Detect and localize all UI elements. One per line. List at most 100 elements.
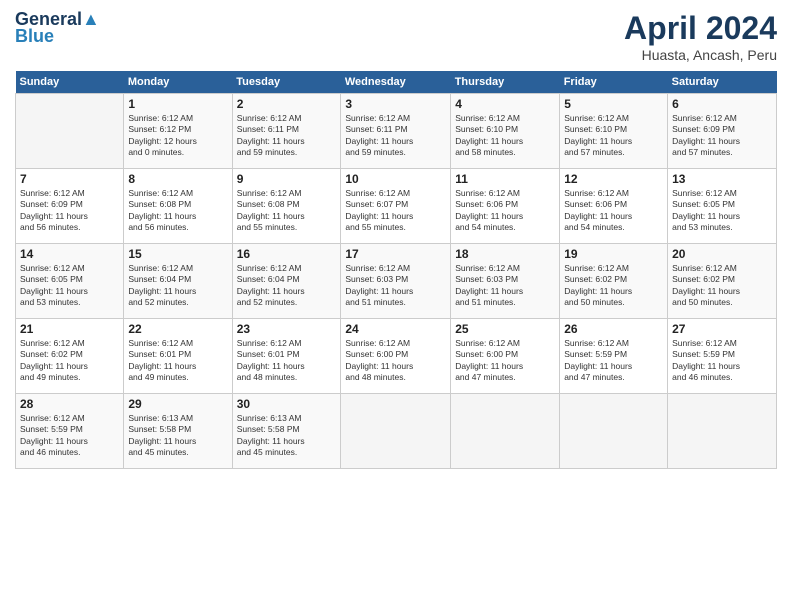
calendar-cell: 30 Sunrise: 6:13 AM Sunset: 5:58 PM Dayli… bbox=[232, 394, 341, 469]
calendar-title: April 2024 bbox=[624, 10, 777, 47]
calendar-cell: 2Sunrise: 6:12 AM Sunset: 6:11 PM Daylig… bbox=[232, 94, 341, 169]
title-block: April 2024 Huasta, Ancash, Peru bbox=[624, 10, 777, 63]
calendar-cell: 1Sunrise: 6:12 AM Sunset: 6:12 PM Daylig… bbox=[124, 94, 232, 169]
day-info: Sunrise: 6:12 AM Sunset: 6:12 PM Dayligh… bbox=[128, 113, 227, 159]
day-info: Sunrise: 6:12 AM Sunset: 6:06 PM Dayligh… bbox=[564, 188, 663, 234]
calendar-cell: 27 Sunrise: 6:12 AM Sunset: 5:59 PM Dayli… bbox=[668, 319, 777, 394]
day-info: Sunrise: 6:13 AM Sunset: 5:58 PM Dayligh… bbox=[128, 413, 227, 459]
calendar-cell: 14 Sunrise: 6:12 AM Sunset: 6:05 PM Dayli… bbox=[16, 244, 124, 319]
day-info: Sunrise: 6:12 AM Sunset: 6:03 PM Dayligh… bbox=[345, 263, 446, 309]
calendar-week-0: 1Sunrise: 6:12 AM Sunset: 6:12 PM Daylig… bbox=[16, 94, 777, 169]
day-info: Sunrise: 6:12 AM Sunset: 6:01 PM Dayligh… bbox=[128, 338, 227, 384]
calendar-cell: 11 Sunrise: 6:12 AM Sunset: 6:06 PM Dayli… bbox=[451, 169, 560, 244]
day-info: Sunrise: 6:12 AM Sunset: 6:09 PM Dayligh… bbox=[20, 188, 119, 234]
day-info: Sunrise: 6:12 AM Sunset: 6:03 PM Dayligh… bbox=[455, 263, 555, 309]
calendar-cell: 4 Sunrise: 6:12 AM Sunset: 6:10 PM Daylig… bbox=[451, 94, 560, 169]
calendar-cell: 16 Sunrise: 6:12 AM Sunset: 6:04 PM Dayli… bbox=[232, 244, 341, 319]
day-number: 23 bbox=[237, 322, 337, 336]
day-info: Sunrise: 6:12 AM Sunset: 5:59 PM Dayligh… bbox=[672, 338, 772, 384]
calendar-week-2: 14 Sunrise: 6:12 AM Sunset: 6:05 PM Dayli… bbox=[16, 244, 777, 319]
day-number: 11 bbox=[455, 172, 555, 186]
day-info: Sunrise: 6:12 AM Sunset: 6:06 PM Dayligh… bbox=[455, 188, 555, 234]
day-number: 18 bbox=[455, 247, 555, 261]
day-info: Sunrise: 6:12 AM Sunset: 6:05 PM Dayligh… bbox=[672, 188, 772, 234]
day-info: Sunrise: 6:12 AM Sunset: 6:00 PM Dayligh… bbox=[345, 338, 446, 384]
day-number: 25 bbox=[455, 322, 555, 336]
calendar-cell: 13 Sunrise: 6:12 AM Sunset: 6:05 PM Dayli… bbox=[668, 169, 777, 244]
day-info: Sunrise: 6:12 AM Sunset: 6:10 PM Dayligh… bbox=[564, 113, 663, 159]
day-info: Sunrise: 6:12 AM Sunset: 6:08 PM Dayligh… bbox=[128, 188, 227, 234]
day-info: Sunrise: 6:13 AM Sunset: 5:58 PM Dayligh… bbox=[237, 413, 337, 459]
calendar-cell: 28 Sunrise: 6:12 AM Sunset: 5:59 PM Dayli… bbox=[16, 394, 124, 469]
calendar-cell bbox=[451, 394, 560, 469]
calendar-cell: 7 Sunrise: 6:12 AM Sunset: 6:09 PM Daylig… bbox=[16, 169, 124, 244]
header-sunday: Sunday bbox=[16, 71, 124, 94]
day-number: 28 bbox=[20, 397, 119, 411]
day-info: Sunrise: 6:12 AM Sunset: 6:02 PM Dayligh… bbox=[564, 263, 663, 309]
day-number: 22 bbox=[128, 322, 227, 336]
day-number: 29 bbox=[128, 397, 227, 411]
day-number: 5 bbox=[564, 97, 663, 111]
day-info: Sunrise: 6:12 AM Sunset: 6:05 PM Dayligh… bbox=[20, 263, 119, 309]
day-info: Sunrise: 6:12 AM Sunset: 6:00 PM Dayligh… bbox=[455, 338, 555, 384]
day-info: Sunrise: 6:12 AM Sunset: 6:11 PM Dayligh… bbox=[345, 113, 446, 159]
calendar-cell bbox=[668, 394, 777, 469]
day-info: Sunrise: 6:12 AM Sunset: 6:07 PM Dayligh… bbox=[345, 188, 446, 234]
day-info: Sunrise: 6:12 AM Sunset: 6:10 PM Dayligh… bbox=[455, 113, 555, 159]
calendar-cell bbox=[16, 94, 124, 169]
calendar-cell: 20Sunrise: 6:12 AM Sunset: 6:02 PM Dayli… bbox=[668, 244, 777, 319]
day-info: Sunrise: 6:12 AM Sunset: 6:04 PM Dayligh… bbox=[237, 263, 337, 309]
calendar-cell bbox=[560, 394, 668, 469]
day-number: 17 bbox=[345, 247, 446, 261]
day-number: 8 bbox=[128, 172, 227, 186]
day-number: 16 bbox=[237, 247, 337, 261]
header-tuesday: Tuesday bbox=[232, 71, 341, 94]
day-info: Sunrise: 6:12 AM Sunset: 5:59 PM Dayligh… bbox=[20, 413, 119, 459]
calendar-cell: 19 Sunrise: 6:12 AM Sunset: 6:02 PM Dayli… bbox=[560, 244, 668, 319]
day-number: 10 bbox=[345, 172, 446, 186]
day-info: Sunrise: 6:12 AM Sunset: 6:01 PM Dayligh… bbox=[237, 338, 337, 384]
day-info: Sunrise: 6:12 AM Sunset: 5:59 PM Dayligh… bbox=[564, 338, 663, 384]
day-number: 15 bbox=[128, 247, 227, 261]
calendar-week-1: 7 Sunrise: 6:12 AM Sunset: 6:09 PM Daylig… bbox=[16, 169, 777, 244]
calendar-cell: 15 Sunrise: 6:12 AM Sunset: 6:04 PM Dayli… bbox=[124, 244, 232, 319]
day-number: 2 bbox=[237, 97, 337, 111]
day-number: 14 bbox=[20, 247, 119, 261]
calendar-week-4: 28 Sunrise: 6:12 AM Sunset: 5:59 PM Dayli… bbox=[16, 394, 777, 469]
day-number: 27 bbox=[672, 322, 772, 336]
calendar-cell: 6Sunrise: 6:12 AM Sunset: 6:09 PM Daylig… bbox=[668, 94, 777, 169]
day-number: 26 bbox=[564, 322, 663, 336]
day-number: 7 bbox=[20, 172, 119, 186]
day-number: 21 bbox=[20, 322, 119, 336]
calendar-cell: 24 Sunrise: 6:12 AM Sunset: 6:00 PM Dayli… bbox=[341, 319, 451, 394]
calendar-cell: 18 Sunrise: 6:12 AM Sunset: 6:03 PM Dayli… bbox=[451, 244, 560, 319]
calendar-cell: 12 Sunrise: 6:12 AM Sunset: 6:06 PM Dayli… bbox=[560, 169, 668, 244]
day-number: 19 bbox=[564, 247, 663, 261]
day-number: 13 bbox=[672, 172, 772, 186]
calendar-cell: 29 Sunrise: 6:13 AM Sunset: 5:58 PM Dayli… bbox=[124, 394, 232, 469]
day-number: 12 bbox=[564, 172, 663, 186]
calendar-cell: 9Sunrise: 6:12 AM Sunset: 6:08 PM Daylig… bbox=[232, 169, 341, 244]
day-info: Sunrise: 6:12 AM Sunset: 6:04 PM Dayligh… bbox=[128, 263, 227, 309]
logo: General▲ Blue bbox=[15, 10, 100, 47]
day-number: 30 bbox=[237, 397, 337, 411]
day-info: Sunrise: 6:12 AM Sunset: 6:02 PM Dayligh… bbox=[20, 338, 119, 384]
calendar-cell: 5 Sunrise: 6:12 AM Sunset: 6:10 PM Daylig… bbox=[560, 94, 668, 169]
day-number: 3 bbox=[345, 97, 446, 111]
header-saturday: Saturday bbox=[668, 71, 777, 94]
calendar-week-3: 21 Sunrise: 6:12 AM Sunset: 6:02 PM Dayli… bbox=[16, 319, 777, 394]
day-info: Sunrise: 6:12 AM Sunset: 6:02 PM Dayligh… bbox=[672, 263, 772, 309]
day-number: 24 bbox=[345, 322, 446, 336]
day-number: 6 bbox=[672, 97, 772, 111]
calendar-table: Sunday Monday Tuesday Wednesday Thursday… bbox=[15, 71, 777, 469]
calendar-subtitle: Huasta, Ancash, Peru bbox=[624, 47, 777, 63]
calendar-cell bbox=[341, 394, 451, 469]
calendar-cell: 21 Sunrise: 6:12 AM Sunset: 6:02 PM Dayli… bbox=[16, 319, 124, 394]
calendar-cell: 22 Sunrise: 6:12 AM Sunset: 6:01 PM Dayli… bbox=[124, 319, 232, 394]
header-wednesday: Wednesday bbox=[341, 71, 451, 94]
calendar-cell: 25 Sunrise: 6:12 AM Sunset: 6:00 PM Dayli… bbox=[451, 319, 560, 394]
day-number: 4 bbox=[455, 97, 555, 111]
header-friday: Friday bbox=[560, 71, 668, 94]
day-number: 9 bbox=[237, 172, 337, 186]
calendar-cell: 26 Sunrise: 6:12 AM Sunset: 5:59 PM Dayli… bbox=[560, 319, 668, 394]
